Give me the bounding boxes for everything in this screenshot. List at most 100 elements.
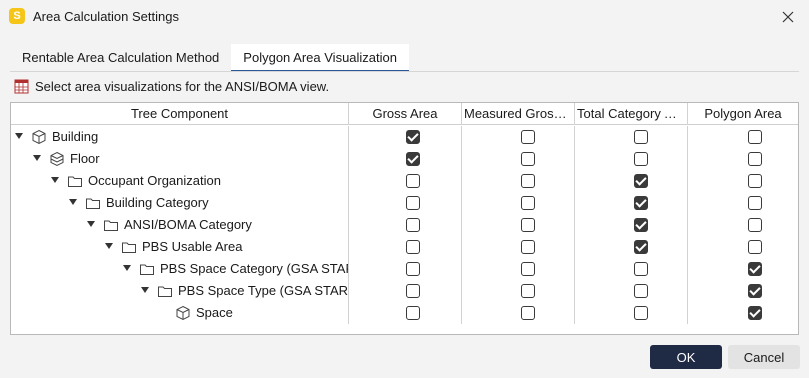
checkbox-cell xyxy=(349,258,462,280)
expand-toggle-icon[interactable] xyxy=(69,199,77,205)
checkbox-cell xyxy=(462,192,575,214)
checkbox-cell xyxy=(688,302,798,324)
close-icon xyxy=(782,11,794,23)
node-label: Space xyxy=(196,305,233,320)
checkbox[interactable] xyxy=(521,262,535,276)
checkbox[interactable] xyxy=(406,130,420,144)
checkbox-cell xyxy=(688,280,798,302)
folder-icon xyxy=(68,176,82,187)
checkbox[interactable] xyxy=(634,262,648,276)
expand-toggle-icon[interactable] xyxy=(33,155,41,161)
close-button[interactable] xyxy=(777,6,799,28)
expand-toggle-icon[interactable] xyxy=(123,265,131,271)
checkbox[interactable] xyxy=(634,284,648,298)
col-header-gross-area[interactable]: Gross Area xyxy=(349,103,462,125)
checkbox-cell xyxy=(349,214,462,236)
checkbox-cell xyxy=(575,302,688,324)
checkbox[interactable] xyxy=(748,240,762,254)
cancel-button[interactable]: Cancel xyxy=(728,345,800,369)
checkbox[interactable] xyxy=(634,218,648,232)
checkbox[interactable] xyxy=(748,196,762,210)
instruction: Select area visualizations for the ANSI/… xyxy=(14,79,329,94)
checkbox[interactable] xyxy=(748,152,762,166)
checkbox-cell xyxy=(462,214,575,236)
checkbox-cell xyxy=(462,126,575,148)
tab-rentable-area[interactable]: Rentable Area Calculation Method xyxy=(10,44,231,72)
checkbox[interactable] xyxy=(748,218,762,232)
table-row[interactable]: PBS Space Category (GSA STAR S xyxy=(11,258,798,280)
checkbox[interactable] xyxy=(634,306,648,320)
checkbox[interactable] xyxy=(521,306,535,320)
checkbox-cell xyxy=(575,236,688,258)
col-header-total-category[interactable]: Total Category Ar... xyxy=(575,103,688,125)
checkbox[interactable] xyxy=(521,174,535,188)
table-row[interactable]: Building Category xyxy=(11,192,798,214)
checkbox[interactable] xyxy=(748,262,762,276)
checkbox[interactable] xyxy=(521,240,535,254)
title-bar: S Area Calculation Settings xyxy=(0,0,809,34)
checkbox[interactable] xyxy=(406,262,420,276)
tree-cell: Floor xyxy=(11,148,349,170)
checkbox[interactable] xyxy=(634,240,648,254)
checkbox[interactable] xyxy=(521,196,535,210)
expand-toggle-icon[interactable] xyxy=(87,221,95,227)
node-label: Building Category xyxy=(106,195,209,210)
table-row[interactable]: PBS Usable Area xyxy=(11,236,798,258)
checkbox[interactable] xyxy=(634,152,648,166)
ok-button[interactable]: OK xyxy=(650,345,722,369)
instruction-text: Select area visualizations for the ANSI/… xyxy=(35,79,330,94)
checkbox[interactable] xyxy=(634,174,648,188)
checkbox[interactable] xyxy=(406,196,420,210)
checkbox[interactable] xyxy=(748,284,762,298)
checkbox-cell xyxy=(349,192,462,214)
tab-divider xyxy=(10,71,799,72)
tree-cell: Building Category xyxy=(11,192,349,214)
checkbox-cell xyxy=(688,258,798,280)
checkbox-cell xyxy=(462,148,575,170)
checkbox[interactable] xyxy=(748,130,762,144)
checkbox[interactable] xyxy=(406,218,420,232)
checkbox-cell xyxy=(575,192,688,214)
node-label: Floor xyxy=(70,151,100,166)
table-row[interactable]: Building xyxy=(11,126,798,148)
table-row[interactable]: Occupant Organization xyxy=(11,170,798,192)
checkbox[interactable] xyxy=(634,196,648,210)
checkbox[interactable] xyxy=(521,130,535,144)
table-row[interactable]: Floor xyxy=(11,148,798,170)
checkbox[interactable] xyxy=(521,152,535,166)
checkbox-cell xyxy=(349,302,462,324)
layers-icon xyxy=(50,151,64,167)
checkbox[interactable] xyxy=(406,152,420,166)
expand-toggle-icon[interactable] xyxy=(51,177,59,183)
checkbox[interactable] xyxy=(521,284,535,298)
col-header-measured-gross[interactable]: Measured Gross ... xyxy=(462,103,575,125)
grid-header: Tree Component Gross Area Measured Gross… xyxy=(11,103,798,125)
checkbox[interactable] xyxy=(521,218,535,232)
expand-toggle-icon[interactable] xyxy=(15,133,23,139)
checkbox[interactable] xyxy=(406,240,420,254)
expand-toggle-icon[interactable] xyxy=(105,243,113,249)
checkbox[interactable] xyxy=(406,284,420,298)
tab-polygon-area[interactable]: Polygon Area Visualization xyxy=(231,44,409,72)
expand-toggle-icon[interactable] xyxy=(141,287,149,293)
col-header-tree-component[interactable]: Tree Component xyxy=(11,103,349,125)
node-label: Building xyxy=(52,129,99,144)
node-label: Occupant Organization xyxy=(88,173,221,188)
table-row[interactable]: Space xyxy=(11,302,798,324)
col-header-polygon-area[interactable]: Polygon Area xyxy=(688,103,798,125)
table-row[interactable]: ANSI/BOMA Category xyxy=(11,214,798,236)
checkbox-cell xyxy=(688,170,798,192)
tree-cell: PBS Space Type (GSA STAR Sp xyxy=(11,280,349,302)
table-row[interactable]: PBS Space Type (GSA STAR Sp xyxy=(11,280,798,302)
cube-icon xyxy=(32,129,46,145)
checkbox[interactable] xyxy=(634,130,648,144)
tree-cell: Building xyxy=(11,126,349,148)
checkbox[interactable] xyxy=(406,306,420,320)
grid-table-icon xyxy=(14,79,29,94)
checkbox[interactable] xyxy=(748,306,762,320)
checkbox[interactable] xyxy=(406,174,420,188)
checkbox-cell xyxy=(688,214,798,236)
checkbox-cell xyxy=(688,148,798,170)
checkbox[interactable] xyxy=(748,174,762,188)
checkbox-cell xyxy=(349,126,462,148)
